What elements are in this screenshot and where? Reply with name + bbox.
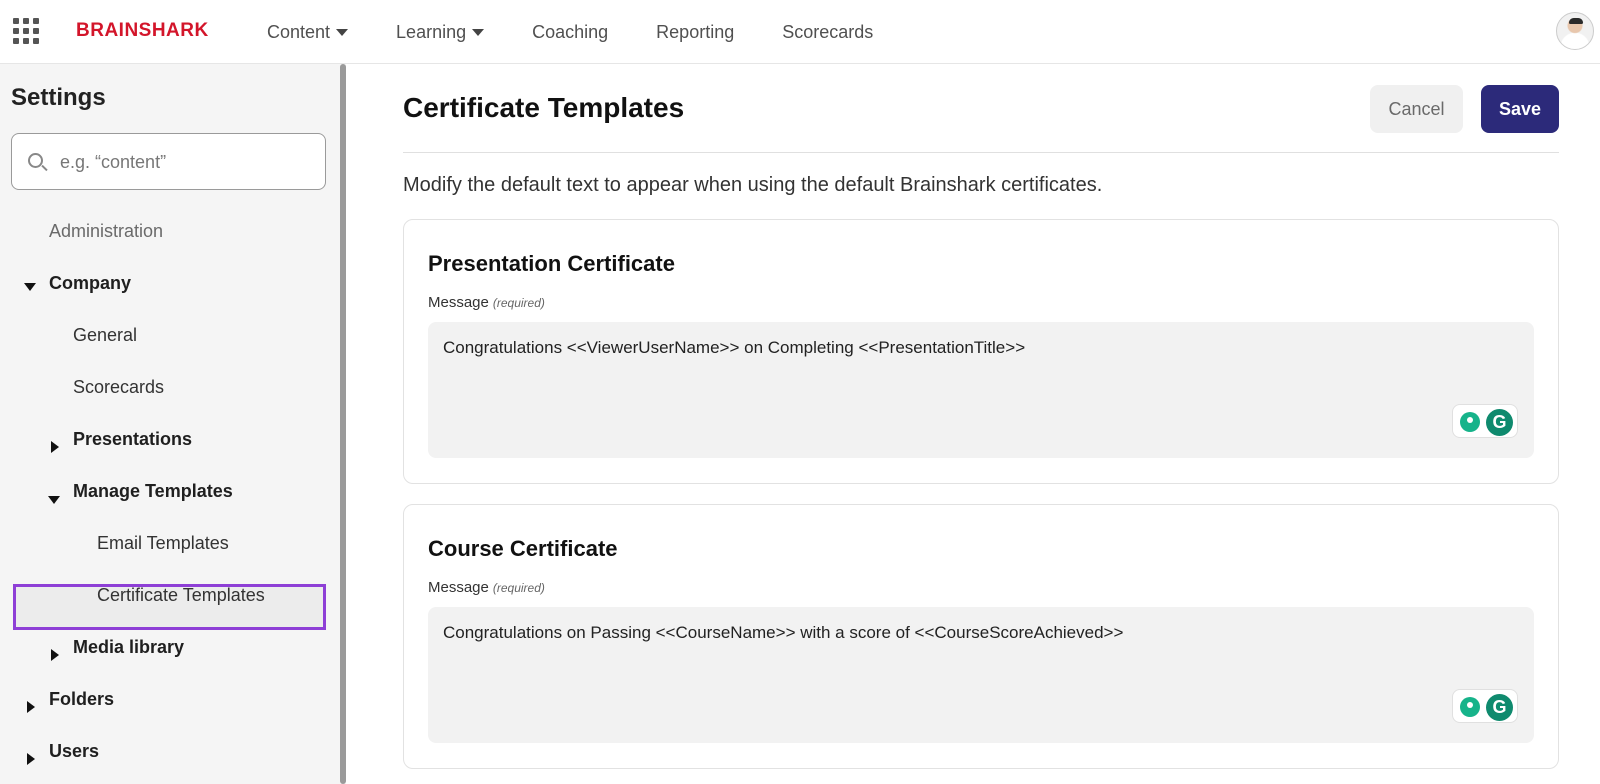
card-title: Course Certificate: [428, 536, 618, 561]
save-button[interactable]: Save: [1481, 85, 1559, 133]
grammarly-widget[interactable]: G: [1452, 689, 1518, 723]
message-label-text: Message: [428, 294, 489, 311]
caret-right-icon[interactable]: [51, 649, 59, 661]
nav-content[interactable]: Content: [267, 21, 349, 43]
caret-down-icon[interactable]: [48, 496, 60, 504]
search-icon: [28, 153, 43, 168]
nav-coaching-label: Coaching: [532, 21, 609, 42]
main-nav: Content Learning Coaching Reporting Scor…: [267, 0, 921, 64]
nav-coaching[interactable]: Coaching: [532, 22, 608, 43]
grammarly-icon[interactable]: G: [1486, 409, 1513, 436]
nav-learning[interactable]: Learning: [396, 21, 485, 43]
sidebar-item-folders[interactable]: Folders: [49, 689, 114, 710]
app-launcher-icon[interactable]: [13, 18, 39, 44]
message-value[interactable]: Congratulations on Passing <<CourseName>…: [443, 623, 1123, 643]
lightbulb-icon[interactable]: [1460, 697, 1480, 717]
message-textarea[interactable]: Congratulations on Passing <<CourseName>…: [428, 607, 1534, 743]
sidebar-scrollbar[interactable]: [340, 64, 346, 784]
card-title: Presentation Certificate: [428, 251, 675, 276]
caret-right-icon[interactable]: [51, 441, 59, 453]
message-textarea[interactable]: Congratulations <<ViewerUserName>> on Co…: [428, 322, 1534, 458]
sidebar-item-company[interactable]: Company: [49, 273, 131, 294]
page-title: Certificate Templates: [403, 92, 685, 123]
page-description: Modify the default text to appear when u…: [403, 174, 1103, 196]
nav-learning-label: Learning: [396, 21, 467, 42]
message-label: Message (required): [428, 579, 545, 596]
sidebar-title: Settings: [11, 84, 106, 111]
top-navigation-bar: BRAINSHARK Content Learning Coaching Rep…: [0, 0, 1600, 64]
settings-search: [11, 133, 326, 190]
message-label: Message (required): [428, 294, 545, 311]
sidebar-item-administration[interactable]: Administration: [49, 221, 163, 242]
sidebar-item-general[interactable]: General: [73, 325, 137, 346]
sidebar-item-certificate-templates[interactable]: Certificate Templates: [97, 585, 265, 606]
search-input[interactable]: [60, 148, 310, 176]
brand-logo[interactable]: BRAINSHARK: [76, 20, 209, 42]
nav-reporting-label: Reporting: [656, 21, 735, 42]
lightbulb-icon[interactable]: [1460, 412, 1480, 432]
caret-right-icon[interactable]: [27, 753, 35, 765]
grammarly-icon[interactable]: G: [1486, 694, 1513, 721]
caret-right-icon[interactable]: [27, 701, 35, 713]
sidebar-item-presentations[interactable]: Presentations: [73, 429, 192, 450]
chevron-down-icon: [336, 28, 349, 36]
nav-scorecards-label: Scorecards: [782, 21, 874, 42]
caret-down-icon[interactable]: [24, 283, 36, 291]
required-label: (required): [492, 296, 545, 310]
grammarly-widget[interactable]: G: [1452, 404, 1518, 438]
sidebar-item-manage-templates[interactable]: Manage Templates: [73, 481, 233, 502]
cancel-button[interactable]: Cancel: [1370, 85, 1463, 133]
nav-reporting[interactable]: Reporting: [656, 22, 734, 43]
sidebar-item-email-templates[interactable]: Email Templates: [97, 533, 229, 554]
presentation-certificate-card: Presentation Certificate Message (require…: [403, 219, 1559, 484]
nav-content-label: Content: [267, 21, 331, 42]
message-label-text: Message: [428, 579, 489, 596]
sidebar-item-scorecards[interactable]: Scorecards: [73, 377, 164, 398]
header-divider: [403, 152, 1559, 153]
chevron-down-icon: [472, 28, 485, 36]
nav-scorecards[interactable]: Scorecards: [782, 22, 873, 43]
course-certificate-card: Course Certificate Message (required) Con…: [403, 504, 1559, 769]
message-value[interactable]: Congratulations <<ViewerUserName>> on Co…: [443, 338, 1025, 358]
sidebar-item-media-library[interactable]: Media library: [73, 637, 184, 658]
required-label: (required): [492, 581, 545, 595]
sidebar-item-users[interactable]: Users: [49, 741, 99, 762]
user-avatar[interactable]: [1556, 12, 1594, 50]
